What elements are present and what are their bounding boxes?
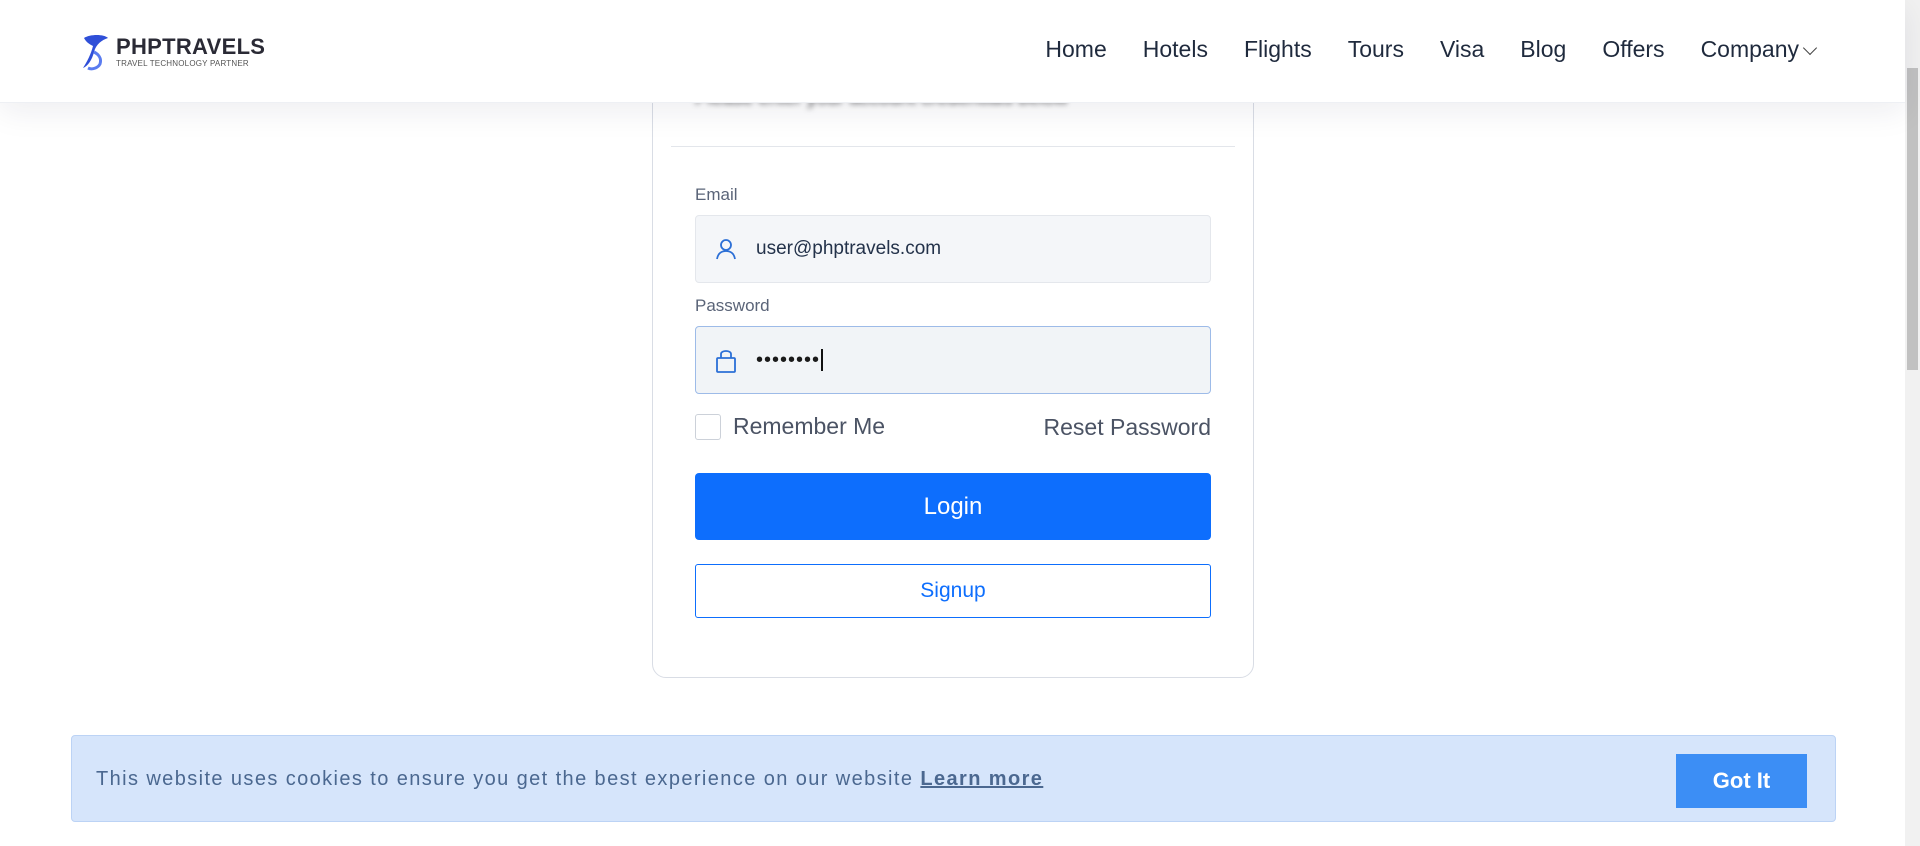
- main-nav: Home Hotels Flights Tours Visa Blog Offe…: [1045, 36, 1818, 63]
- logo-mark-icon: [80, 32, 112, 72]
- nav-tours[interactable]: Tours: [1348, 36, 1404, 63]
- logo[interactable]: PHPTRAVELS TRAVEL TECHNOLOGY PARTNER: [80, 32, 265, 72]
- site-header: PHPTRAVELS TRAVEL TECHNOLOGY PARTNER Hom…: [0, 0, 1905, 103]
- text-caret: [821, 349, 824, 372]
- lock-icon: [696, 346, 756, 374]
- nav-home[interactable]: Home: [1045, 36, 1106, 63]
- user-icon: [696, 237, 756, 261]
- cookie-text: This website uses cookies to ensure you …: [96, 768, 914, 790]
- password-field[interactable]: ••••••••: [695, 326, 1211, 394]
- login-button[interactable]: Login: [695, 473, 1211, 540]
- password-dots: ••••••••: [756, 348, 821, 371]
- divider: [671, 146, 1235, 147]
- nav-visa[interactable]: Visa: [1440, 36, 1484, 63]
- nav-offers[interactable]: Offers: [1602, 36, 1664, 63]
- chevron-down-icon: [1802, 40, 1818, 55]
- nav-company-label: Company: [1700, 36, 1799, 62]
- email-field[interactable]: user@phptravels.com: [695, 215, 1211, 283]
- remember-label[interactable]: Remember Me: [733, 413, 885, 440]
- email-label: Email: [695, 185, 738, 204]
- cookie-message: This website uses cookies to ensure you …: [96, 768, 1043, 791]
- password-label: Password: [695, 296, 770, 315]
- remember-checkbox[interactable]: [695, 413, 721, 440]
- learn-more-link[interactable]: Learn more: [920, 768, 1043, 790]
- logo-name: PHPTRAVELS: [116, 34, 266, 59]
- page-scrollbar[interactable]: [1905, 0, 1920, 846]
- remember-me[interactable]: Remember Me: [695, 413, 885, 440]
- cookie-banner: This website uses cookies to ensure you …: [71, 735, 1836, 822]
- page: PHPTRAVELS TRAVEL TECHNOLOGY PARTNER Hom…: [0, 0, 1920, 846]
- nav-blog[interactable]: Blog: [1520, 36, 1566, 63]
- nav-company[interactable]: Company: [1700, 36, 1818, 63]
- signup-button[interactable]: Signup: [695, 564, 1211, 618]
- scrollbar-thumb[interactable]: [1907, 68, 1918, 370]
- nav-hotels[interactable]: Hotels: [1143, 36, 1208, 63]
- email-value[interactable]: user@phptravels.com: [756, 238, 1176, 260]
- got-it-button[interactable]: Got It: [1676, 754, 1807, 808]
- reset-password-link[interactable]: Reset Password: [1044, 414, 1211, 441]
- password-value[interactable]: ••••••••: [756, 349, 1176, 372]
- nav-flights[interactable]: Flights: [1244, 36, 1312, 63]
- logo-tagline: TRAVEL TECHNOLOGY PARTNER: [116, 59, 249, 68]
